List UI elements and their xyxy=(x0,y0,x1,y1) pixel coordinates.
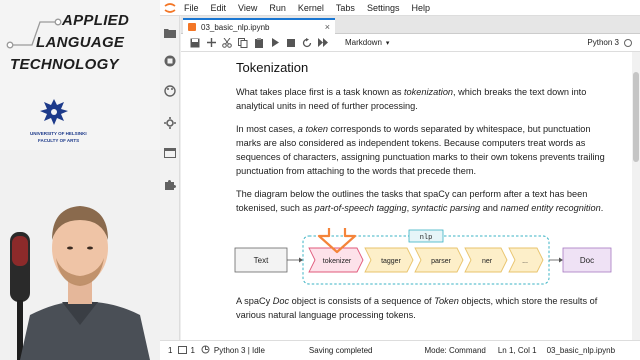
text-run: A spaCy xyxy=(236,296,273,306)
markdown-cell[interactable]: Tokenization What takes place first is a… xyxy=(236,60,616,224)
text-run: . xyxy=(600,203,604,213)
menu-tabs[interactable]: Tabs xyxy=(336,3,363,13)
text-run: In most cases, xyxy=(236,124,298,134)
status-position[interactable]: Ln 1, Col 1 xyxy=(498,346,537,355)
close-icon[interactable]: × xyxy=(325,22,330,32)
tab-bar: 03_basic_nlp.ipynb × xyxy=(181,16,640,34)
menu-file[interactable]: File xyxy=(184,3,207,13)
restart-icon[interactable] xyxy=(299,36,315,50)
webcam-presenter-image xyxy=(0,150,160,360)
puzzle-icon[interactable] xyxy=(163,178,177,192)
palette-icon[interactable] xyxy=(163,84,177,98)
brand-line-technology: TECHNOLOGY xyxy=(10,56,119,73)
brand-line-language: LANGUAGE xyxy=(36,34,125,51)
emphasis-text: tokenization xyxy=(404,87,454,97)
emphasis-text: a token xyxy=(297,124,328,134)
status-file: 03_basic_nlp.ipynb xyxy=(546,346,616,355)
status-terminal-count[interactable]: 1 xyxy=(190,346,194,355)
emphasis-text: part-of-speech tagging xyxy=(314,203,407,213)
paragraph-3: The diagram below the outlines the tasks… xyxy=(236,187,616,215)
jupyter-logo-icon xyxy=(160,2,180,14)
university-logo-icon xyxy=(40,99,68,125)
status-save: Saving completed xyxy=(308,346,373,355)
cell-type-select[interactable]: Markdown ▾ xyxy=(345,38,397,47)
diagram-input-label: Text xyxy=(254,256,269,265)
menu-help[interactable]: Help xyxy=(411,3,438,13)
stop-icon[interactable] xyxy=(283,36,299,50)
run-icon[interactable] xyxy=(267,36,283,50)
diagram-output-label: Doc xyxy=(580,256,594,265)
text-run: What takes place first is a task known a… xyxy=(236,87,404,97)
pipeline-label: nlp xyxy=(420,234,433,242)
status-cell-count[interactable]: 1 xyxy=(168,346,172,355)
status-terminal-icon[interactable] xyxy=(178,345,188,356)
copy-icon[interactable] xyxy=(235,36,251,50)
wrench-icon[interactable] xyxy=(163,116,177,130)
notebook-toolbar: Markdown ▾ Python 3 xyxy=(181,34,640,52)
step-ner-label: ner xyxy=(482,258,493,265)
faculty-name: FACULTY OF ARTS xyxy=(38,138,80,143)
emphasis-text: Doc xyxy=(272,296,290,306)
kernel-name: Python 3 xyxy=(587,38,619,47)
step-more-label: ... xyxy=(522,258,528,265)
branding-panel: APPLIED LANGUAGE TECHNOLOGY UNIVERSITY O… xyxy=(0,0,160,360)
paste-icon[interactable] xyxy=(251,36,267,50)
status-kernel-icon xyxy=(201,345,210,356)
menu-edit[interactable]: Edit xyxy=(211,3,235,13)
menu-kernel[interactable]: Kernel xyxy=(298,3,332,13)
text-run: object is consists of a sequence of xyxy=(289,296,435,306)
cell-type-value: Markdown xyxy=(345,38,382,47)
emphasis-text: named entity recognition xyxy=(500,203,601,213)
cell-heading: Tokenization xyxy=(236,60,309,75)
notebook-scrollbar[interactable] xyxy=(632,52,640,340)
save-icon[interactable] xyxy=(187,36,203,50)
text-run: and xyxy=(480,203,501,213)
fast-forward-icon[interactable] xyxy=(315,36,331,50)
paragraph-4: A spaCy Doc object is consists of a sequ… xyxy=(236,294,616,322)
status-kernel[interactable]: Python 3 | Idle xyxy=(214,346,265,355)
tab-icon[interactable] xyxy=(163,146,177,160)
notebook-panel: Tokenization What takes place first is a… xyxy=(181,52,640,340)
menu-run[interactable]: Run xyxy=(269,3,294,13)
tab-notebook[interactable]: 03_basic_nlp.ipynb × xyxy=(183,18,335,34)
university-name: UNIVERSITY OF HELSINKI xyxy=(30,131,87,136)
tab-title: 03_basic_nlp.ipynb xyxy=(201,22,270,32)
brand-line-applied: APPLIED xyxy=(62,12,130,29)
cut-icon[interactable] xyxy=(219,36,235,50)
scrollbar-thumb[interactable] xyxy=(633,72,639,162)
step-tokenizer-label: tokenizer xyxy=(323,258,352,265)
paragraph-2: In most cases, a token corresponds to wo… xyxy=(236,122,616,178)
kernel-status-icon xyxy=(624,38,632,47)
status-bar: 1 1 Python 3 | Idle Saving completed Mod… xyxy=(160,340,640,360)
stop-circle-icon[interactable] xyxy=(163,54,177,68)
step-tagger-label: tagger xyxy=(381,258,402,265)
menu-bar: File Edit View Run Kernel Tabs Settings … xyxy=(160,0,640,16)
notebook-icon xyxy=(188,23,196,31)
spacy-pipeline-diagram: Text nlp tokenizer tagger parser ner ...… xyxy=(234,228,612,285)
folder-icon[interactable] xyxy=(163,26,177,40)
status-mode: Mode: Command xyxy=(424,346,486,355)
left-sidebar xyxy=(160,16,180,340)
menu-view[interactable]: View xyxy=(238,3,265,13)
kernel-indicator[interactable]: Python 3 xyxy=(587,38,632,47)
plus-icon[interactable] xyxy=(203,36,219,50)
emphasis-text: Token xyxy=(434,296,459,306)
menu-settings[interactable]: Settings xyxy=(367,3,408,13)
paragraph-1: What takes place first is a task known a… xyxy=(236,85,616,113)
step-parser-label: parser xyxy=(431,258,452,265)
emphasis-text: syntactic parsing xyxy=(411,203,481,213)
chevron-down-icon: ▾ xyxy=(385,39,390,47)
